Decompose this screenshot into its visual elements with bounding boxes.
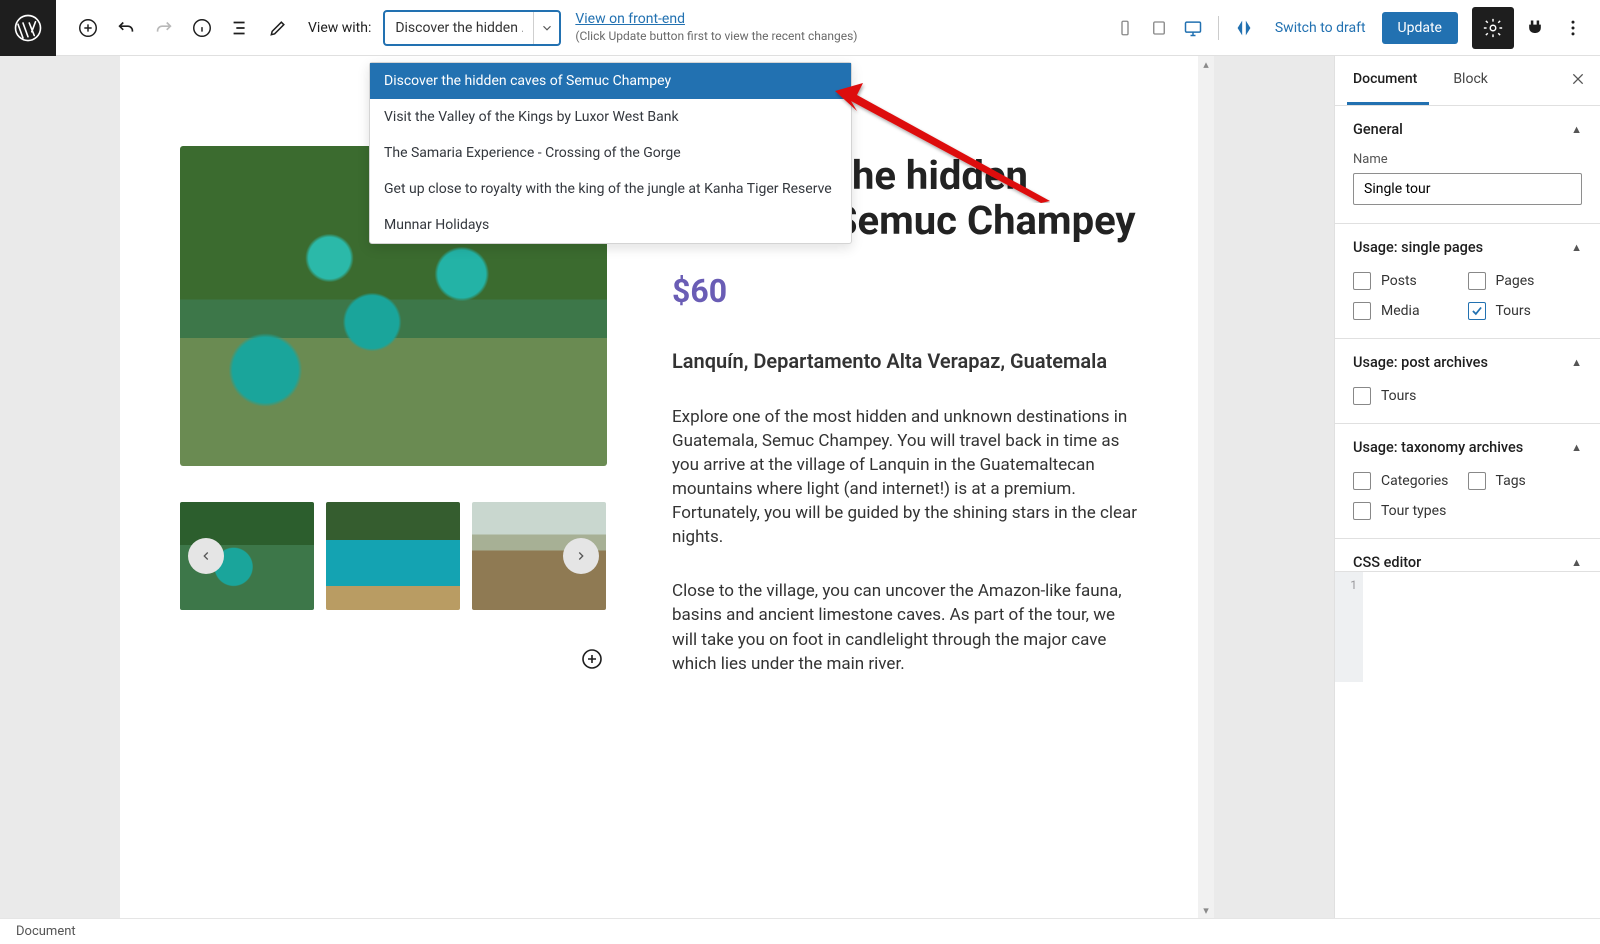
view-with-label: View with:	[308, 20, 371, 36]
scroll-up-icon[interactable]: ▴	[1198, 56, 1214, 72]
section-usage-single: Usage: single pages ▲ Posts Pages Media	[1335, 224, 1600, 339]
caret-up-icon: ▲	[1571, 123, 1582, 136]
breadcrumb-item[interactable]: Document	[16, 924, 76, 939]
dropdown-option[interactable]: Munnar Holidays	[370, 207, 851, 243]
scroll-down-icon[interactable]: ▾	[1198, 902, 1214, 918]
view-frontend-link[interactable]: View on front-end	[575, 12, 857, 27]
checkbox-archive-tours[interactable]: Tours	[1353, 387, 1582, 405]
checkbox-tags[interactable]: Tags	[1468, 472, 1583, 490]
section-title: Usage: post archives	[1353, 354, 1488, 371]
front-end-link-group: View on front-end (Click Update button f…	[575, 12, 857, 43]
carousel-prev-button[interactable]	[188, 538, 224, 574]
carousel-next-button[interactable]	[563, 538, 599, 574]
wordpress-logo[interactable]	[0, 0, 56, 56]
checkbox-label: Tour types	[1381, 503, 1446, 519]
tab-block[interactable]: Block	[1435, 56, 1506, 105]
section-usage-post-archives: Usage: post archives ▲ Tours	[1335, 339, 1600, 424]
update-button[interactable]: Update	[1382, 12, 1458, 44]
checkbox-label: Posts	[1381, 273, 1417, 289]
plugin-icon[interactable]	[1518, 8, 1552, 48]
tour-location[interactable]: Lanquín, Departamento Alta Verapaz, Guat…	[672, 348, 1138, 375]
edit-button[interactable]	[260, 10, 296, 46]
more-options-button[interactable]	[1556, 8, 1590, 48]
caret-up-icon: ▲	[1571, 556, 1582, 569]
section-usage-taxonomy-header[interactable]: Usage: taxonomy archives ▲	[1353, 439, 1582, 456]
toolbar-left-group: View with: View on front-end (Click Upda…	[56, 10, 857, 46]
tour-paragraph[interactable]: Close to the village, you can uncover th…	[672, 579, 1138, 676]
checkbox-pages[interactable]: Pages	[1468, 272, 1583, 290]
add-block-button[interactable]	[70, 10, 106, 46]
checkbox-tours[interactable]: Tours	[1468, 302, 1583, 320]
caret-up-icon: ▲	[1571, 241, 1582, 254]
redo-button[interactable]	[146, 10, 182, 46]
settings-button[interactable]	[1472, 7, 1514, 49]
dropdown-option[interactable]: Get up close to royalty with the king of…	[370, 171, 851, 207]
gallery-column	[180, 146, 607, 878]
section-css-editor-header[interactable]: CSS editor ▲	[1353, 554, 1582, 571]
checkbox-categories[interactable]: Categories	[1353, 472, 1468, 490]
section-title: Usage: single pages	[1353, 239, 1483, 256]
tour-price[interactable]: $60	[672, 272, 1138, 310]
settings-sidebar: Document Block General ▲ Name Usage: sin…	[1334, 56, 1600, 918]
chevron-down-icon[interactable]	[533, 12, 560, 44]
dropdown-option[interactable]: Visit the Valley of the Kings by Luxor W…	[370, 99, 851, 135]
section-general: General ▲ Name	[1335, 106, 1600, 224]
section-usage-single-header[interactable]: Usage: single pages ▲	[1353, 239, 1582, 256]
section-css-editor: CSS editor ▲	[1335, 539, 1600, 572]
thumbnail-image[interactable]	[326, 502, 460, 610]
sidebar-tabs: Document Block	[1335, 56, 1600, 106]
content-column: Discover the hidden caves of Semuc Champ…	[672, 146, 1138, 878]
checkbox-posts[interactable]: Posts	[1353, 272, 1468, 290]
top-toolbar: View with: View on front-end (Click Upda…	[0, 0, 1600, 56]
canvas-scrollbar[interactable]: ▴ ▾	[1198, 56, 1214, 918]
undo-button[interactable]	[108, 10, 144, 46]
checkbox-label: Tags	[1496, 473, 1526, 489]
section-title: Usage: taxonomy archives	[1353, 439, 1523, 456]
add-block-inline-button[interactable]	[577, 644, 607, 674]
checkbox-label: Media	[1381, 303, 1420, 319]
view-frontend-hint: (Click Update button first to view the r…	[575, 30, 857, 43]
info-button[interactable]	[184, 10, 220, 46]
section-usage-taxonomy: Usage: taxonomy archives ▲ Categories Ta…	[1335, 424, 1600, 539]
view-with-dropdown[interactable]: Discover the hidden caves of Semuc Champ…	[369, 62, 852, 244]
checkbox-label: Tours	[1496, 303, 1531, 319]
checkbox-tour-types[interactable]: Tour types	[1353, 502, 1468, 520]
switch-to-draft-button[interactable]: Switch to draft	[1263, 12, 1378, 44]
dropdown-option[interactable]: Discover the hidden caves of Semuc Champ…	[370, 63, 851, 99]
name-field-label: Name	[1353, 152, 1582, 167]
device-mobile-button[interactable]	[1110, 10, 1140, 46]
close-sidebar-button[interactable]	[1570, 71, 1586, 91]
section-general-header[interactable]: General ▲	[1353, 121, 1582, 138]
css-editor-body[interactable]: 1	[1335, 572, 1600, 682]
thumbnail-carousel	[180, 502, 607, 610]
toolbar-separator	[1218, 16, 1219, 40]
view-with-input[interactable]	[385, 20, 532, 36]
css-line-gutter: 1	[1335, 572, 1363, 682]
checkbox-label: Pages	[1496, 273, 1535, 289]
view-with-select[interactable]	[383, 10, 561, 46]
section-title: CSS editor	[1353, 554, 1421, 571]
caret-up-icon: ▲	[1571, 356, 1582, 369]
section-usage-post-header[interactable]: Usage: post archives ▲	[1353, 354, 1582, 371]
css-textarea[interactable]	[1363, 572, 1600, 682]
checkbox-label: Tours	[1381, 388, 1416, 404]
checkbox-media[interactable]: Media	[1353, 302, 1468, 320]
tour-paragraph[interactable]: Explore one of the most hidden and unkno…	[672, 405, 1138, 550]
outline-button[interactable]	[222, 10, 258, 46]
toolbar-right-group: Switch to draft Update	[1110, 7, 1600, 49]
caret-up-icon: ▲	[1571, 441, 1582, 454]
section-title: General	[1353, 121, 1403, 138]
tab-document[interactable]: Document	[1335, 56, 1435, 105]
checkbox-label: Categories	[1381, 473, 1448, 489]
name-input[interactable]	[1353, 173, 1582, 205]
device-tablet-button[interactable]	[1144, 10, 1174, 46]
dropdown-option[interactable]: The Samaria Experience - Crossing of the…	[370, 135, 851, 171]
navigator-toggle-button[interactable]	[1229, 10, 1259, 46]
breadcrumb-bar[interactable]: Document	[0, 918, 1600, 944]
device-desktop-button[interactable]	[1178, 10, 1208, 46]
